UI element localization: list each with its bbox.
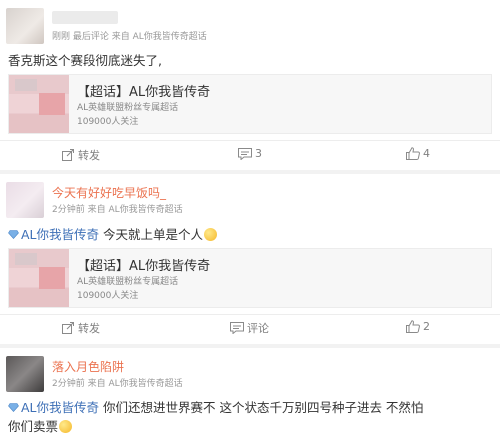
emoji-icon xyxy=(204,228,217,241)
post-meta: 刚刚 最后评论 来自 AL你我皆传奇超话 xyxy=(52,32,207,42)
post-text-body: 你们还想进世界赛不 这个状态千万别四号种子进去 不然怕 xyxy=(99,400,424,415)
avatar[interactable] xyxy=(6,356,44,392)
topic-link[interactable]: AL你我皆传奇 xyxy=(8,400,99,415)
like-button[interactable]: 2 xyxy=(406,320,430,333)
comment-icon xyxy=(230,322,244,334)
diamond-icon xyxy=(8,403,19,412)
like-count: 2 xyxy=(423,320,430,333)
topic-link[interactable]: AL你我皆传奇 xyxy=(8,227,99,242)
repost-icon xyxy=(62,149,74,161)
comment-button[interactable]: 评论 xyxy=(230,320,269,336)
topic-link-label: AL你我皆传奇 xyxy=(21,400,100,415)
comment-icon xyxy=(238,147,252,160)
topic-followers: 109000人关注 xyxy=(77,291,139,301)
comment-button[interactable]: 3 xyxy=(238,147,262,160)
author-name[interactable]: 今天有好好吃早饭吗_ xyxy=(52,184,166,201)
post-text: AL你我皆传奇 今天就上单是个人 xyxy=(8,224,217,243)
diamond-icon xyxy=(8,230,19,239)
divider xyxy=(0,140,500,141)
comment-count: 3 xyxy=(255,147,262,160)
topic-share-card[interactable]: 【超话】AL你我皆传奇 AL英雄联盟粉丝专属超话 109000人关注 xyxy=(8,248,492,308)
repost-button[interactable]: 转发 xyxy=(62,147,100,163)
post-card: 刚刚 最后评论 来自 AL你我皆传奇超话 香克斯这个赛段彻底迷失了, 【超话】A… xyxy=(0,0,500,170)
thumbs-up-icon xyxy=(406,147,420,160)
topic-title: 【超话】AL你我皆传奇 xyxy=(77,259,211,274)
topic-subtitle: AL英雄联盟粉丝专属超话 xyxy=(77,103,179,113)
divider xyxy=(0,314,500,315)
like-count: 4 xyxy=(423,147,430,160)
topic-title: 【超话】AL你我皆传奇 xyxy=(77,85,211,100)
topic-thumbnail xyxy=(9,249,69,307)
post-text-body: 你们卖票 xyxy=(8,419,59,434)
topic-share-card[interactable]: 【超话】AL你我皆传奇 AL英雄联盟粉丝专属超话 109000人关注 xyxy=(8,74,492,134)
topic-subtitle: AL英雄联盟粉丝专属超话 xyxy=(77,277,179,287)
repost-icon xyxy=(62,322,74,334)
repost-button[interactable]: 转发 xyxy=(62,320,100,336)
comment-label: 评论 xyxy=(247,322,269,335)
avatar[interactable] xyxy=(6,182,44,218)
post-text-line2: 你们卖票 xyxy=(8,416,73,435)
like-button[interactable]: 4 xyxy=(406,147,430,160)
author-name-redacted[interactable] xyxy=(52,11,118,24)
topic-link-label: AL你我皆传奇 xyxy=(21,227,100,242)
avatar[interactable] xyxy=(6,8,44,44)
repost-label: 转发 xyxy=(78,149,100,162)
thumbs-up-icon xyxy=(406,320,420,333)
emoji-icon xyxy=(59,420,73,433)
author-name[interactable]: 落入月色陷阱 xyxy=(52,358,124,375)
repost-label: 转发 xyxy=(78,322,100,335)
topic-followers: 109000人关注 xyxy=(77,117,139,127)
post-text: 香克斯这个赛段彻底迷失了, xyxy=(8,53,162,68)
post-meta: 2分钟前 来自 AL你我皆传奇超话 xyxy=(52,379,183,389)
post-text-body: 今天就上单是个人 xyxy=(99,227,203,242)
topic-thumbnail xyxy=(9,75,69,133)
post-text: AL你我皆传奇 你们还想进世界赛不 这个状态千万别四号种子进去 不然怕 xyxy=(8,397,423,416)
post-meta: 2分钟前 来自 AL你我皆传奇超话 xyxy=(52,205,183,215)
